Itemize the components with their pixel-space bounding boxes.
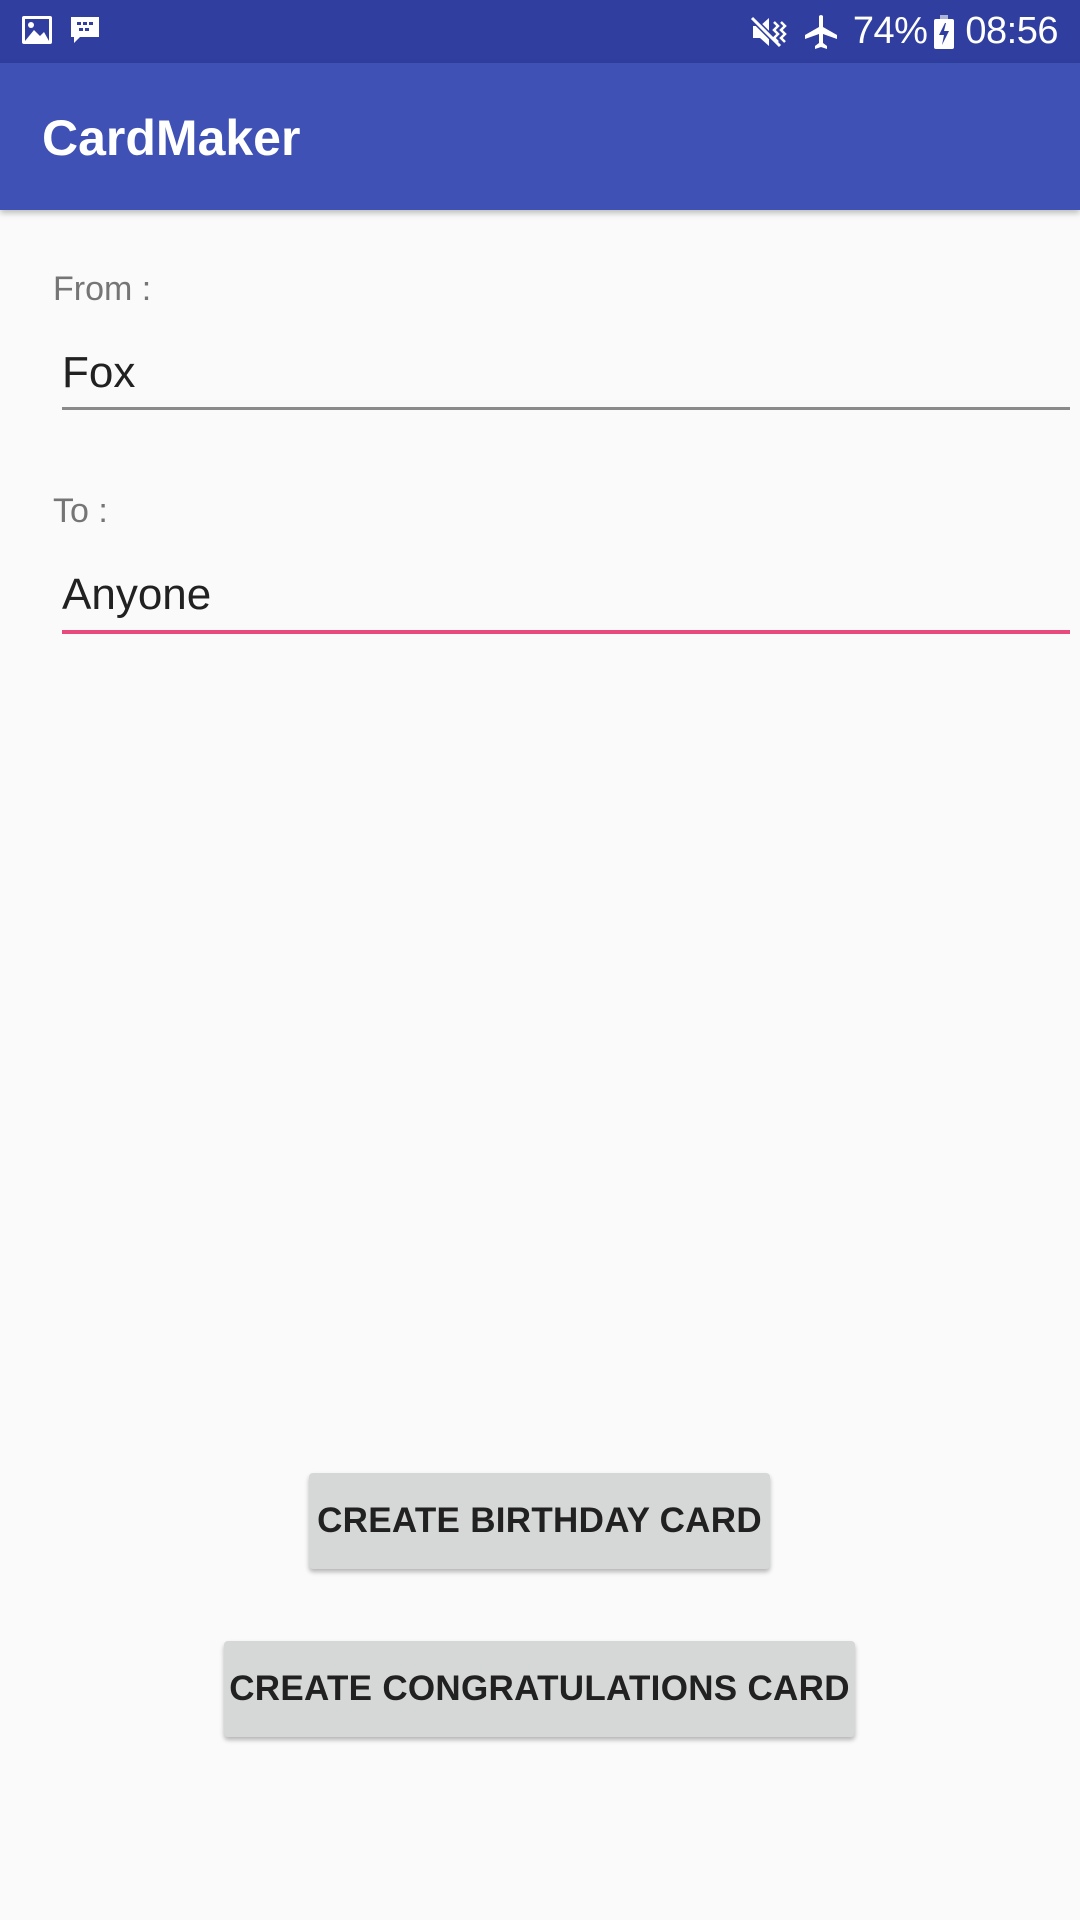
- battery-percent: 74%: [852, 10, 928, 52]
- to-label: To :: [53, 492, 108, 530]
- vibrate-mute-icon: [749, 15, 787, 48]
- from-input-underline: [62, 407, 1070, 410]
- create-birthday-card-button[interactable]: CREATE BIRTHDAY CARD: [309, 1473, 770, 1569]
- from-label: From :: [53, 270, 152, 308]
- clock: 08:56: [965, 10, 1058, 52]
- status-bar: 74% 08:56: [0, 0, 1080, 63]
- to-input[interactable]: [62, 560, 1070, 630]
- bbm-icon: [71, 17, 99, 43]
- to-input-underline: [62, 630, 1070, 634]
- app-title: CardMaker: [42, 110, 301, 166]
- create-congratulations-card-button[interactable]: CREATE CONGRATULATIONS CARD: [224, 1641, 855, 1737]
- notification-icons: [20, 13, 116, 47]
- app-bar: CardMaker: [0, 63, 1080, 210]
- image-icon: [22, 16, 52, 44]
- airplane-mode-icon: [804, 14, 837, 49]
- battery-charging-icon: [934, 14, 955, 49]
- from-input[interactable]: [62, 338, 1070, 408]
- system-status: 74% 08:56: [749, 0, 1058, 63]
